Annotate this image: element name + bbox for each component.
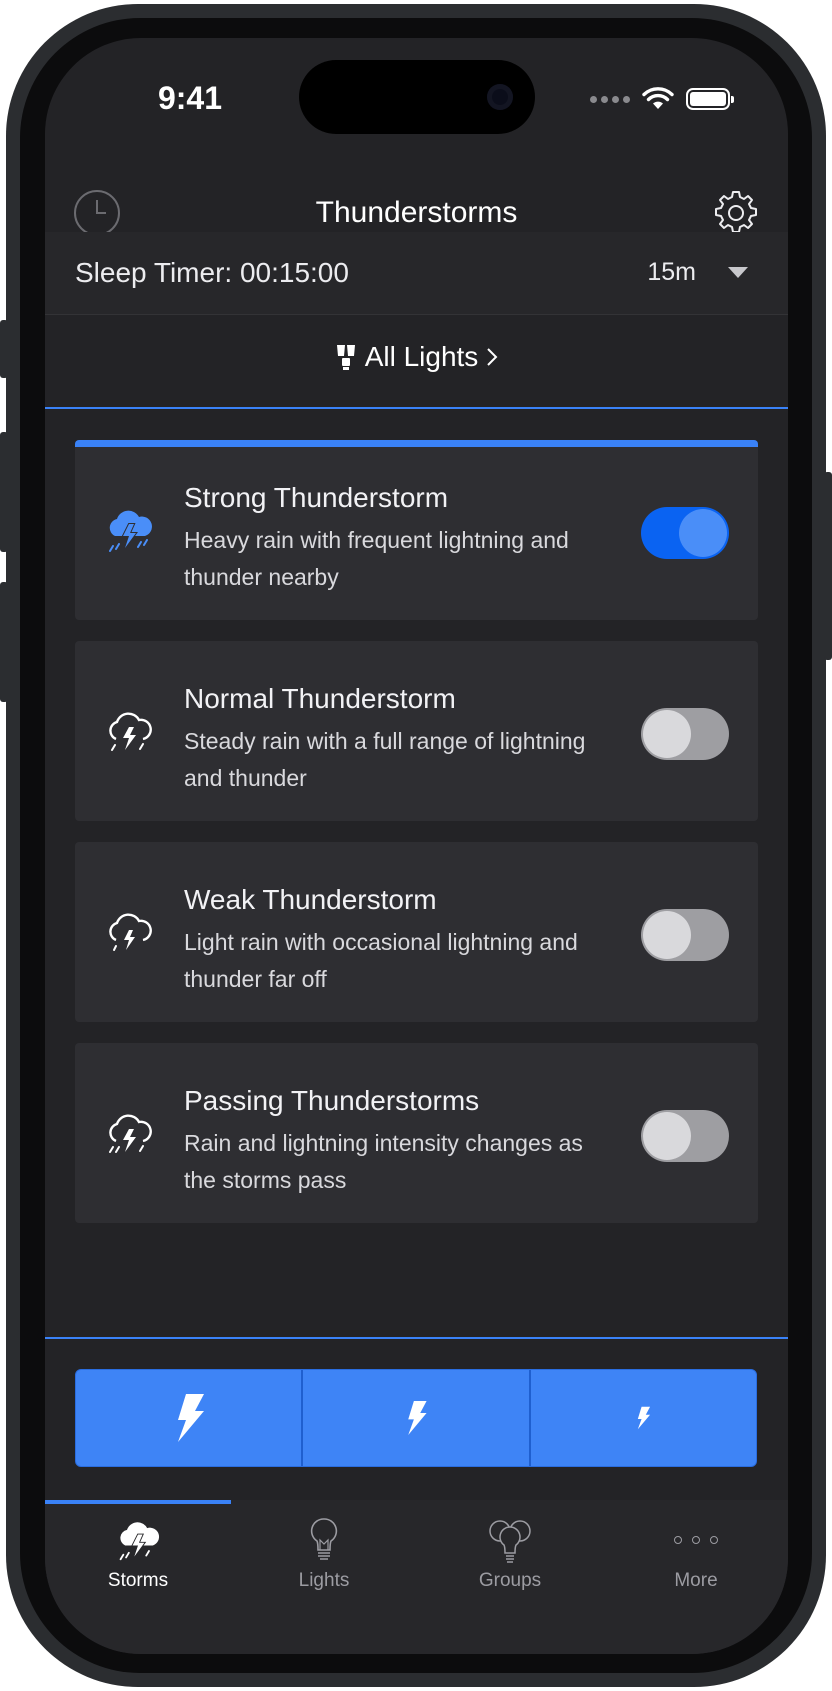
intensity-medium-button[interactable]: [303, 1370, 531, 1466]
more-dots-icon: [674, 1536, 718, 1544]
storm-description: Steady rain with a full range of lightni…: [184, 728, 586, 791]
storm-description: Rain and lightning intensity changes as …: [184, 1130, 583, 1193]
camera-icon: [487, 84, 513, 110]
tab-label: Lights: [298, 1570, 350, 1591]
chevron-right-icon: [487, 348, 498, 366]
storm-title: Weak Thunderstorm: [184, 884, 437, 915]
sleep-timer-value: 15m: [647, 258, 696, 286]
lightning-large-icon: [177, 1394, 204, 1442]
storm-card-normal[interactable]: Normal Thunderstorm Steady rain with a f…: [75, 641, 758, 821]
storm-toggle-strong[interactable]: [641, 507, 729, 559]
storm-cloud-outline-icon: [109, 1114, 152, 1153]
light-bulbs-icon: [336, 345, 355, 370]
storm-cloud-icon: [109, 510, 152, 552]
storm-toggle-weak[interactable]: [641, 909, 729, 961]
intensity-high-button[interactable]: [76, 1370, 304, 1466]
power-button: [824, 472, 832, 660]
tab-label: Storms: [107, 1570, 169, 1591]
storm-title: Passing Thunderstorms: [184, 1085, 480, 1116]
lightning-small-icon: [638, 1406, 651, 1430]
wifi-icon: [642, 87, 674, 109]
bulb-group-icon: [489, 1520, 531, 1563]
storm-toggle-normal[interactable]: [641, 708, 729, 760]
tab-more[interactable]: More: [603, 1514, 788, 1592]
storm-cloud-outline-icon: [109, 913, 152, 951]
status-time: 9:41: [157, 80, 223, 116]
light-bulb-icon: [310, 1518, 338, 1560]
storm-cloud-outline-icon: [109, 712, 152, 751]
all-lights-link[interactable]: All Lights: [45, 341, 788, 373]
storm-title: Strong Thunderstorm: [184, 482, 449, 513]
tab-label: Groups: [478, 1570, 542, 1591]
storm-card-strong[interactable]: Strong Thunderstorm Heavy rain with freq…: [75, 440, 758, 620]
tab-indicator: [45, 1500, 231, 1504]
lightning-medium-icon: [408, 1401, 427, 1435]
all-lights-label: All Lights: [364, 341, 479, 372]
sleep-timer-dropdown[interactable]: 15m: [647, 258, 748, 287]
chevron-down-icon: [728, 267, 748, 278]
tab-label: More: [674, 1570, 718, 1591]
dynamic-island: [299, 60, 535, 134]
gear-icon[interactable]: [712, 189, 760, 237]
sleep-timer-label: Sleep Timer: 00:15:00: [75, 257, 349, 288]
volume-down-button: [0, 582, 8, 702]
storm-cloud-icon: [119, 1522, 160, 1561]
status-indicators: [590, 84, 734, 114]
sleep-timer-bar: Sleep Timer: 00:15:00 15m: [45, 232, 788, 315]
battery-icon: [686, 88, 734, 110]
divider: [45, 1337, 788, 1339]
tab-storms[interactable]: Storms: [45, 1514, 231, 1592]
lights-selector-bar: All Lights: [45, 315, 788, 409]
storm-title: Normal Thunderstorm: [184, 683, 456, 714]
storm-description: Light rain with occasional lightning and…: [184, 929, 578, 992]
cellular-signal-icon: [590, 95, 630, 103]
tab-bar: Storms Lights Groups More: [45, 1500, 788, 1654]
storm-card-weak[interactable]: Weak Thunderstorm Light rain with occasi…: [75, 842, 758, 1022]
page-title: Thunderstorms: [315, 196, 518, 229]
storm-description: Heavy rain with frequent lightning and t…: [184, 527, 569, 590]
volume-up-button: [0, 432, 8, 552]
intensity-low-button[interactable]: [531, 1370, 756, 1466]
storm-toggle-passing[interactable]: [641, 1110, 729, 1162]
app-screen: 9:41 Thunderstorms Sleep Timer: 00:15:00…: [45, 38, 788, 1654]
tab-lights[interactable]: Lights: [231, 1514, 417, 1592]
tab-groups[interactable]: Groups: [417, 1514, 603, 1592]
storm-card-passing[interactable]: Passing Thunderstorms Rain and lightning…: [75, 1043, 758, 1223]
lightning-intensity-control: [75, 1369, 757, 1467]
mute-switch: [0, 320, 8, 378]
